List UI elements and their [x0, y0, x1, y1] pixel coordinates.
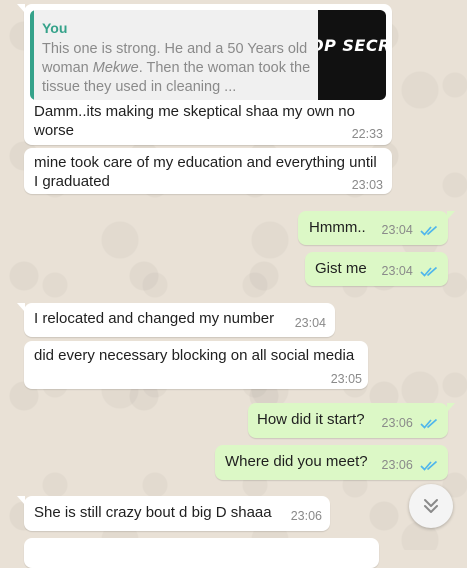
double-check-read-icon — [420, 266, 438, 277]
scroll-to-bottom-button[interactable] — [409, 484, 453, 528]
message-bubble-outgoing[interactable]: Hmmm.. 23:04 — [298, 211, 455, 245]
quoted-reply[interactable]: You This one is strong. He and a 50 Year… — [30, 10, 386, 100]
double-check-read-icon — [420, 418, 438, 429]
reply-sender: You — [42, 20, 68, 36]
message-bubble-outgoing[interactable]: Where did you meet? 23:06 — [215, 445, 448, 480]
message-bubble-outgoing[interactable]: How did it start? 23:06 — [248, 403, 455, 438]
message-text: She is still crazy bout d big D shaaa — [34, 504, 272, 521]
message-time: 22:33 — [351, 127, 383, 141]
message-time: 23:04 — [294, 316, 326, 330]
reply-accent-bar — [30, 10, 34, 100]
message-text: Where did you meet? — [225, 453, 368, 470]
message-bubble-incoming[interactable]: mine took care of my education and every… — [24, 148, 392, 194]
message-time: 23:05 — [330, 372, 362, 386]
message-time: 23:04 — [381, 264, 413, 278]
reply-thumbnail: OP SECRE — [318, 10, 386, 100]
message-meta: 23:04 — [382, 261, 438, 281]
message-meta: 23:04 — [382, 220, 438, 240]
message-time: 23:06 — [381, 458, 413, 472]
message-text: mine took care of my education and every… — [34, 154, 377, 190]
reply-text: This one is strong. He and a 50 Years ol… — [42, 41, 311, 95]
message-bubble-incoming[interactable]: did every necessary blocking on all soci… — [24, 341, 368, 389]
message-bubble-outgoing[interactable]: Gist me 23:04 — [305, 252, 448, 286]
message-meta: 23:06 — [382, 413, 438, 433]
message-text: How did it start? — [257, 411, 365, 428]
message-bubble-incoming[interactable]: I relocated and changed my number 23:04 — [17, 303, 335, 337]
message-text: I relocated and changed my number — [34, 310, 275, 327]
message-text: Gist me — [315, 260, 367, 277]
message-text: did every necessary blocking on all soci… — [34, 347, 355, 364]
message-meta: 23:06 — [382, 455, 438, 475]
message-time: 23:04 — [381, 223, 413, 237]
message-time: 23:06 — [290, 509, 322, 523]
double-check-read-icon — [420, 225, 438, 236]
message-bubble-incoming[interactable]: You This one is strong. He and a 50 Year… — [17, 4, 392, 145]
thumbnail-caption: OP SECRE — [318, 36, 386, 55]
message-time: 23:06 — [381, 416, 413, 430]
message-time: 23:03 — [351, 178, 383, 192]
message-bubble-incoming[interactable]: She is still crazy bout d big D shaaa 23… — [17, 496, 330, 531]
double-chevron-down-icon — [424, 499, 438, 513]
message-text: Hmmm.. — [309, 219, 366, 236]
double-check-read-icon — [420, 460, 438, 471]
message-text: Damm..its making me skeptical shaa my ow… — [34, 103, 355, 139]
message-bubble-incoming-partial[interactable] — [24, 538, 379, 568]
